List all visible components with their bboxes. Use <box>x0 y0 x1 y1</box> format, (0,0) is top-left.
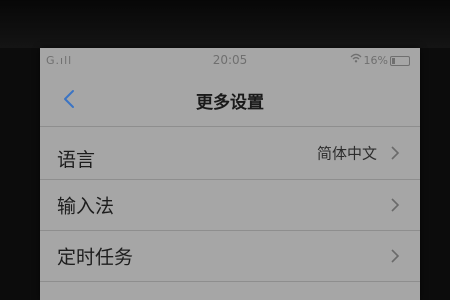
battery-percent: 16% <box>363 54 388 67</box>
chevron-right-icon <box>391 146 400 160</box>
chevron-right-icon <box>391 198 400 212</box>
settings-row-input-method[interactable]: 输入法 <box>40 180 420 231</box>
row-label: 输入法 <box>57 195 115 218</box>
battery-level <box>392 58 395 64</box>
settings-list: 语言 简体中文 输入法 定时任务 <box>40 127 420 282</box>
chevron-right-icon <box>391 249 400 263</box>
row-label: 定时任务 <box>57 246 134 269</box>
phone-screen: G.ıll 20:05 16% 更多设置 语言 简体中文 输入法 定时任务 <box>40 48 420 300</box>
settings-row-language[interactable]: 语言 简体中文 <box>40 127 420 180</box>
device-bezel <box>0 0 450 48</box>
status-bar: G.ıll 20:05 16% <box>40 48 420 72</box>
settings-row-scheduled-tasks[interactable]: 定时任务 <box>40 231 420 282</box>
wifi-icon <box>350 53 362 66</box>
battery-icon <box>390 56 410 66</box>
navigation-bar: 更多设置 <box>40 72 420 127</box>
page-title: 更多设置 <box>196 93 264 113</box>
row-label: 语言 <box>57 149 96 171</box>
row-value: 简体中文 <box>316 144 377 163</box>
